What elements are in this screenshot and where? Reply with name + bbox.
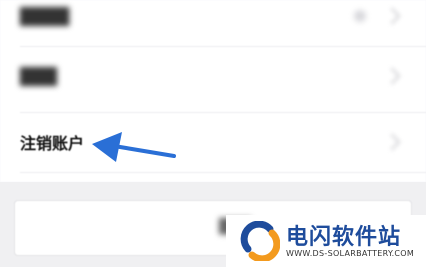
settings-row-1-value [354,10,366,22]
chevron-right-icon [383,7,401,25]
watermark: 电闪软件站 WWW.DS-SOLARBATTERY.COM [226,215,426,267]
watermark-url: WWW.DS-SOLARBATTERY.COM [286,249,415,258]
divider [20,172,426,173]
site-logo-icon [240,221,280,261]
chevron-right-icon [383,133,401,151]
chevron-right-icon [383,67,401,85]
settings-row-cancel-account[interactable]: 注销账户 [0,113,426,171]
pointer-arrow-icon [92,132,176,162]
settings-row-1[interactable]: ████ [0,0,426,45]
watermark-title: 电闪软件站 [286,225,402,250]
settings-row-cancel-account-label: 注销账户 [20,134,85,153]
settings-row-1-label: ████ [20,6,70,26]
settings-row-2[interactable]: ███ [0,47,426,105]
settings-screen: ████ ███ 注销账户 ███ 电闪软件站 WWW.DS-SOLARBATT… [0,0,426,267]
settings-row-2-label: ███ [20,66,57,86]
settings-list: ████ ███ 注销账户 [0,0,426,182]
